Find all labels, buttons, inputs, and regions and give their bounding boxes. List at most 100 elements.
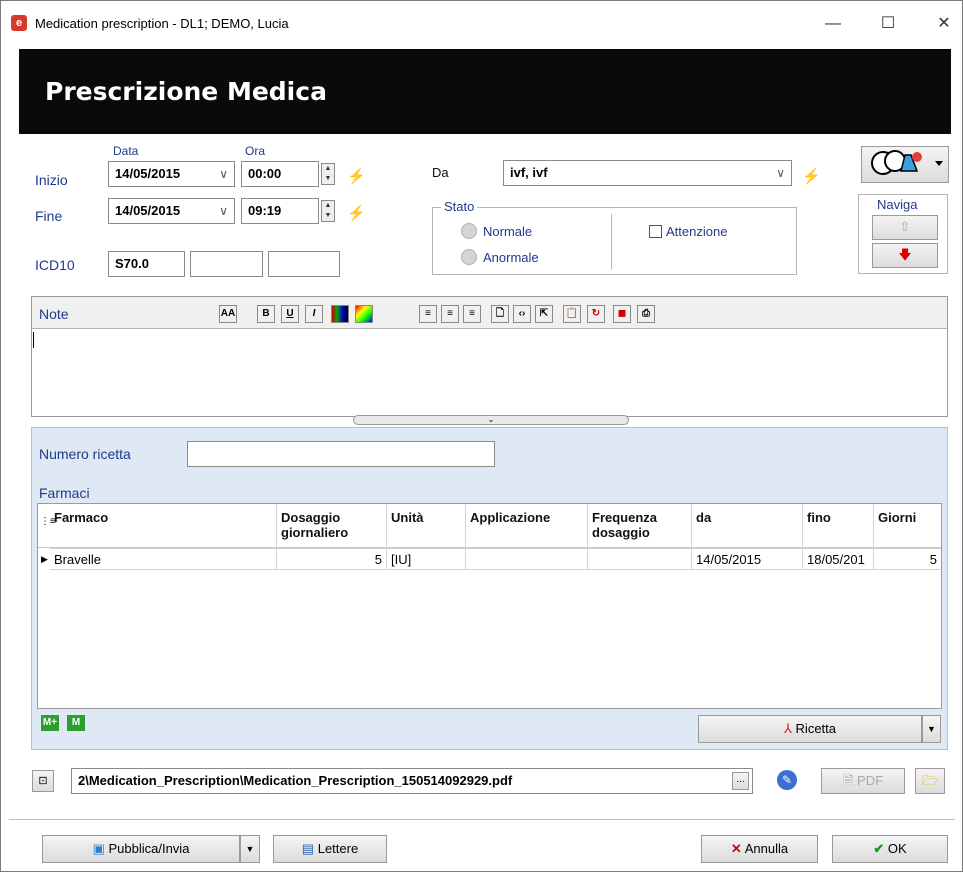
browse-button[interactable]: ... xyxy=(732,772,749,790)
icd10-field-2[interactable] xyxy=(190,251,263,277)
file-path-field[interactable]: 2\Medication_Prescription\Medication_Pre… xyxy=(71,768,753,794)
minimize-button[interactable]: — xyxy=(818,11,848,37)
edit-medication-icon[interactable]: M xyxy=(67,715,85,731)
col-fino[interactable]: fino xyxy=(803,504,874,548)
text-cursor xyxy=(33,332,34,348)
attenzione-text: Attenzione xyxy=(666,224,728,239)
col-da[interactable]: da xyxy=(692,504,803,548)
word-doc-icon: ▤ xyxy=(301,841,315,856)
patient-lab-menu-button[interactable] xyxy=(861,146,949,183)
inizio-date-picker[interactable]: 14/05/2015 ∨ xyxy=(108,161,235,187)
print-icon[interactable]: ⎙ xyxy=(637,305,655,323)
insert-field-icon[interactable]: ⇱ xyxy=(535,305,553,323)
farmaci-table[interactable]: ⋮≡ Farmaco Dosaggio giornaliero Unità Ap… xyxy=(37,503,942,709)
cell-unita[interactable]: [IU] xyxy=(387,548,466,570)
cell-farmaco[interactable]: Bravelle xyxy=(50,548,277,570)
cell-dosaggio[interactable]: 5 xyxy=(277,548,387,570)
add-medication-icon[interactable]: M+ xyxy=(41,715,59,731)
cell-fino[interactable]: 18/05/201 xyxy=(803,548,874,570)
bold-button[interactable]: B xyxy=(257,305,275,323)
italic-button[interactable]: I xyxy=(305,305,323,323)
attenzione-checkbox[interactable] xyxy=(649,225,662,238)
icd10-field-1[interactable]: S70.0 xyxy=(108,251,185,277)
normale-radio[interactable] xyxy=(461,223,477,239)
eraser-icon[interactable]: ◼ xyxy=(613,305,631,323)
col-dosaggio[interactable]: Dosaggio giornaliero xyxy=(277,504,387,548)
anormale-radio[interactable] xyxy=(461,249,477,265)
acrobat-icon[interactable]: ✎ xyxy=(777,770,797,790)
preview-icon: ⊡ xyxy=(38,775,48,787)
ricetta-dropdown-button[interactable]: ▼ xyxy=(922,715,941,743)
inizio-time-value: 00:00 xyxy=(248,166,282,181)
fine-date-picker[interactable]: 14/05/2015 ∨ xyxy=(108,198,235,224)
ok-button[interactable]: ✔ OK xyxy=(832,835,948,863)
text-color-icon[interactable] xyxy=(331,305,349,323)
inizio-time-field[interactable]: 00:00 xyxy=(241,161,319,187)
arrow-down-icon: 🡇 xyxy=(898,247,912,262)
app-logo-icon: e xyxy=(11,15,27,31)
stato-label: Stato xyxy=(441,199,478,214)
lightning-icon[interactable]: ⚡ xyxy=(802,167,821,185)
highlight-color-icon[interactable] xyxy=(355,305,373,323)
publish-icon: ▣ xyxy=(92,841,105,856)
annulla-label: Annulla xyxy=(744,841,789,856)
pubblica-label: Pubblica/Invia xyxy=(108,841,190,856)
icd10-label: ICD10 xyxy=(35,257,75,273)
triangle-down-icon: ▼ xyxy=(245,844,255,854)
normale-label: Normale xyxy=(483,224,533,239)
col-giorni[interactable]: Giorni xyxy=(874,504,941,548)
refresh-icon[interactable]: ↻ xyxy=(587,305,605,323)
maximize-button[interactable]: ☐ xyxy=(873,11,903,37)
fine-time-field[interactable]: 09:19 xyxy=(241,198,319,224)
font-size-button[interactable]: AA xyxy=(219,305,237,323)
col-unita[interactable]: Unità xyxy=(387,504,466,548)
splitter-handle[interactable]: ⌄ xyxy=(353,415,629,425)
file-path-value: 2\Medication_Prescription\Medication_Pre… xyxy=(78,773,513,788)
col-applicazione[interactable]: Applicazione xyxy=(466,504,588,548)
cell-frequenza[interactable] xyxy=(588,548,692,570)
lightning-icon[interactable]: ⚡ xyxy=(347,204,366,222)
window-title: Medication prescription - DL1; DEMO, Luc… xyxy=(35,16,289,31)
pubblica-button[interactable]: ▣ Pubblica/Invia xyxy=(42,835,240,863)
close-button[interactable]: ✕ xyxy=(929,11,959,37)
page-title: Prescrizione Medica xyxy=(45,77,327,106)
col-frequenza[interactable]: Frequenza dosaggio xyxy=(588,504,692,548)
code-icon[interactable]: ‹› xyxy=(513,305,531,323)
icd10-code: S70.0 xyxy=(115,256,149,271)
inizio-date-value: 14/05/2015 xyxy=(115,166,181,181)
file-preview-button[interactable]: ⊡ xyxy=(32,770,54,792)
numero-ricetta-input[interactable] xyxy=(187,441,495,467)
numero-ricetta-label: Numero ricetta xyxy=(39,446,131,462)
da-combobox[interactable]: ivf, ivf ∨ xyxy=(503,160,792,186)
patient-lab-icon xyxy=(871,150,943,175)
col-farmaco[interactable]: Farmaco xyxy=(50,504,277,548)
note-editor[interactable] xyxy=(33,331,946,413)
title-bar: e Medication prescription - DL1; DEMO, L… xyxy=(1,1,962,49)
cell-applicazione[interactable] xyxy=(466,548,588,570)
align-right-icon[interactable]: ≡ xyxy=(463,305,481,323)
checkmark-icon: ✔ xyxy=(873,841,885,856)
page-icon[interactable]: 🗋 xyxy=(491,305,509,323)
pubblica-dropdown-button[interactable]: ▼ xyxy=(240,835,260,863)
open-folder-button[interactable]: 🗁 xyxy=(915,768,945,794)
fine-label: Fine xyxy=(35,208,63,224)
chevron-down-icon: ∨ xyxy=(776,166,785,180)
cell-da[interactable]: 14/05/2015 xyxy=(692,548,803,570)
icd10-field-3[interactable] xyxy=(268,251,340,277)
align-left-icon[interactable]: ≡ xyxy=(419,305,437,323)
cell-giorni[interactable]: 5 xyxy=(874,548,941,570)
inizio-time-spinner[interactable]: ▲ ▼ xyxy=(321,163,335,185)
clipboard-icon[interactable]: 📋 xyxy=(563,305,581,323)
naviga-down-button[interactable]: 🡇 xyxy=(872,243,938,268)
dialog-window: e Medication prescription - DL1; DEMO, L… xyxy=(0,0,963,872)
underline-button[interactable]: U xyxy=(281,305,299,323)
ricetta-button[interactable]: ⅄ Ricetta xyxy=(698,715,922,743)
naviga-up-button[interactable]: ⇧ xyxy=(872,215,938,240)
lightning-icon[interactable]: ⚡ xyxy=(347,167,366,185)
pdf-button[interactable]: 🗎 PDF xyxy=(821,768,905,794)
align-center-icon[interactable]: ≡ xyxy=(441,305,459,323)
fine-time-spinner[interactable]: ▲ ▼ xyxy=(321,200,335,222)
anormale-label: Anormale xyxy=(483,250,539,265)
lettere-button[interactable]: ▤ Lettere xyxy=(273,835,387,863)
annulla-button[interactable]: ✕ Annulla xyxy=(701,835,818,863)
